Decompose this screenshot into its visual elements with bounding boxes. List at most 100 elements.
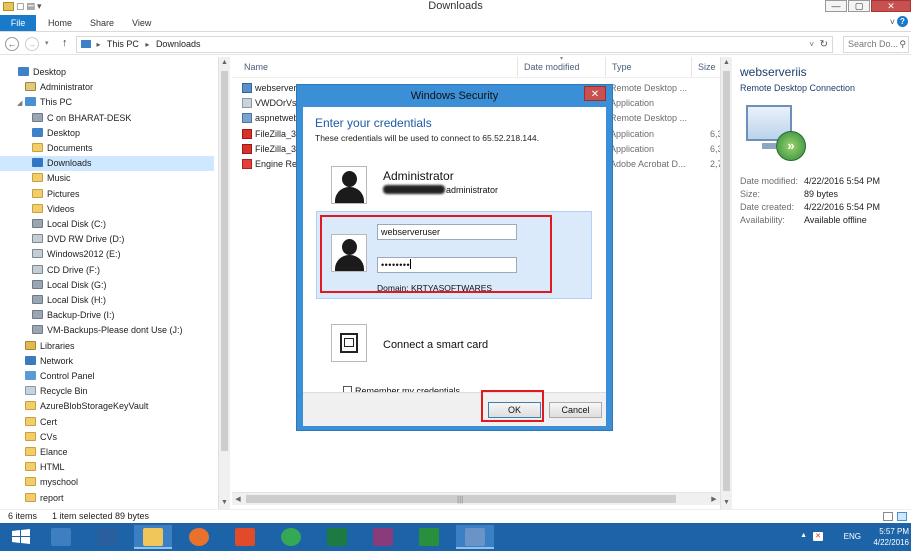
tree-item[interactable]: Cert: [0, 415, 57, 430]
breadcrumb-downloads[interactable]: Downloads: [156, 39, 201, 49]
recent-locations-icon[interactable]: ▾: [45, 39, 49, 47]
tree-item[interactable]: CVs: [0, 430, 57, 445]
help-icon[interactable]: ?: [897, 16, 908, 27]
file-row[interactable]: FileZilla_3: [242, 127, 296, 142]
up-arrow-icon[interactable]: ↑: [62, 37, 68, 49]
tree-item[interactable]: Local Disk (H:): [0, 293, 106, 308]
refresh-icon[interactable]: ↻: [820, 37, 828, 52]
tree-item[interactable]: CD Drive (F:): [0, 263, 100, 278]
tree-item[interactable]: ◢ This PC: [0, 95, 72, 110]
taskbar-excel[interactable]: [318, 525, 356, 549]
tree-item[interactable]: Elance: [0, 445, 68, 460]
taskbar-server-manager[interactable]: [42, 525, 80, 549]
user-avatar-icon[interactable]: [331, 166, 367, 204]
chevron-right-icon[interactable]: ▸: [97, 40, 101, 49]
tree-item[interactable]: AzureBlobStorageKeyVault: [0, 399, 148, 414]
chevron-down-icon[interactable]: ˅: [809, 37, 814, 52]
expand-icon[interactable]: ◢: [17, 96, 25, 111]
file-scroll-thumb[interactable]: [723, 71, 730, 491]
file-name: FileZilla_3: [255, 143, 297, 154]
tree-item[interactable]: Backup-Drive (I:): [0, 308, 115, 323]
tree-item[interactable]: Libraries: [0, 339, 75, 354]
file-row[interactable]: Engine Re: [242, 157, 297, 172]
taskbar-file-explorer[interactable]: [134, 525, 172, 549]
column-type[interactable]: Type: [606, 57, 692, 77]
taskbar-remote-desktop[interactable]: [456, 525, 494, 549]
connect-smart-card-option[interactable]: Connect a smart card: [383, 339, 488, 351]
column-date-modified[interactable]: Date modified: [518, 57, 606, 77]
nav-scroll-thumb[interactable]: [221, 71, 228, 451]
file-row[interactable]: FileZilla_3: [242, 142, 296, 157]
account-administrator-name[interactable]: Administrator: [383, 169, 454, 183]
search-icon[interactable]: ⚲: [899, 37, 906, 52]
taskbar-chrome[interactable]: [272, 525, 310, 549]
clock[interactable]: 5:57 PM 4/22/2016: [873, 526, 909, 548]
taskbar-firefox[interactable]: [180, 525, 218, 549]
taskbar-apps-grid[interactable]: [226, 525, 264, 549]
tree-item[interactable]: Local Disk (C:): [0, 217, 106, 232]
smart-card-icon[interactable]: [331, 324, 367, 362]
tree-item[interactable]: VM-Backups-Please dont Use (J:): [0, 323, 183, 338]
tree-item[interactable]: Recycle Bin: [0, 384, 88, 399]
tree-item[interactable]: HTML: [0, 460, 65, 475]
tree-item[interactable]: Windows2012 (E:): [0, 247, 121, 262]
scroll-down-icon[interactable]: ▼: [721, 497, 732, 509]
tab-file[interactable]: File: [0, 15, 36, 31]
tree-item[interactable]: Administrator: [0, 80, 93, 95]
tree-item[interactable]: DVD RW Drive (D:): [0, 232, 124, 247]
address-bar[interactable]: ▸ This PC ▸ Downloads ˅ ↻: [76, 36, 833, 53]
tree-item[interactable]: report: [0, 491, 64, 506]
chevron-right-icon[interactable]: ▸: [145, 40, 149, 49]
tab-share[interactable]: Share: [80, 15, 124, 31]
asp-file-icon: [242, 113, 252, 124]
cancel-button[interactable]: Cancel: [549, 402, 602, 418]
tab-home[interactable]: Home: [38, 15, 82, 31]
taskbar-winrar[interactable]: [364, 525, 402, 549]
tree-item[interactable]: Music: [0, 171, 71, 186]
scroll-down-icon[interactable]: ▼: [219, 497, 230, 509]
horizontal-scrollbar[interactable]: ◀ ||| ▶: [232, 492, 720, 505]
scroll-right-icon[interactable]: ▶: [708, 493, 720, 506]
tab-view[interactable]: View: [122, 15, 161, 31]
large-icons-view-icon[interactable]: [897, 512, 907, 521]
maximize-button[interactable]: ▢: [848, 0, 870, 12]
nav-scrollbar[interactable]: ▲ ▼: [218, 57, 230, 509]
tree-item[interactable]: C on BHARAT-DESK: [0, 111, 131, 126]
taskbar-powershell[interactable]: [88, 525, 126, 549]
breadcrumb-this-pc[interactable]: This PC: [107, 39, 139, 49]
tree-item-label: Windows2012 (E:): [47, 249, 121, 260]
close-button[interactable]: ✕: [871, 0, 911, 12]
tree-item[interactable]: Videos: [0, 202, 74, 217]
tree-item[interactable]: Desktop: [0, 126, 80, 141]
taskbar-visual-studio[interactable]: [410, 525, 448, 549]
back-button[interactable]: ←: [5, 37, 19, 51]
search-input[interactable]: Search Do... ⚲: [843, 36, 909, 53]
file-list-scrollbar[interactable]: ▲ ▼: [720, 57, 732, 509]
scroll-up-icon[interactable]: ▲: [721, 57, 732, 69]
input-language[interactable]: ENG: [844, 532, 861, 541]
tree-item[interactable]: Downloads: [0, 156, 214, 172]
details-view-icon[interactable]: [883, 512, 893, 521]
fold-icon: [25, 416, 36, 426]
tree-item-label: AzureBlobStorageKeyVault: [40, 401, 149, 412]
scroll-left-icon[interactable]: ◀: [232, 493, 244, 506]
action-center-icon[interactable]: ✕: [813, 532, 823, 541]
tree-item[interactable]: myschool: [0, 475, 78, 490]
tree-item[interactable]: Documents: [0, 141, 93, 156]
tree-item-label: report: [40, 492, 64, 503]
forward-button[interactable]: →: [25, 37, 39, 51]
dialog-close-button[interactable]: ✕: [584, 86, 606, 101]
column-name[interactable]: Name: [238, 57, 518, 77]
chevron-down-icon[interactable]: ˅: [890, 17, 895, 27]
show-hidden-icons-icon[interactable]: ▲: [800, 532, 807, 539]
tree-item[interactable]: Desktop: [0, 65, 66, 80]
tree-item[interactable]: Local Disk (G:): [0, 278, 107, 293]
start-button[interactable]: [2, 525, 40, 549]
meta-value: 89 bytes: [804, 189, 839, 199]
minimize-button[interactable]: —: [825, 0, 847, 12]
scroll-up-icon[interactable]: ▲: [219, 57, 230, 69]
tree-item[interactable]: Control Panel: [0, 369, 95, 384]
column-size[interactable]: Size: [692, 57, 720, 77]
tree-item[interactable]: Pictures: [0, 187, 80, 202]
tree-item[interactable]: Network: [0, 354, 73, 369]
